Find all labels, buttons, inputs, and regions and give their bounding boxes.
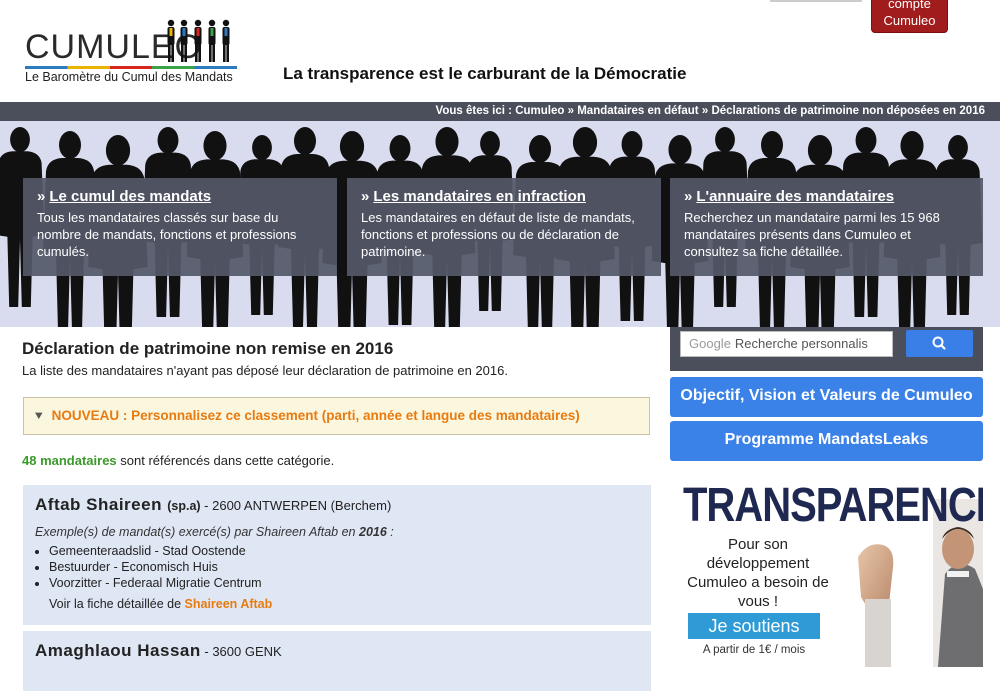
card-infraction-text: Les mandataires en défaut de liste de ma… [361, 210, 635, 259]
objective-vision-button[interactable]: Objectif, Vision et Valeurs de Cumuleo [670, 377, 983, 417]
breadcrumb: Vous êtes ici : Cumuleo » Mandataires en… [0, 102, 1000, 121]
search-input[interactable]: Google Recherche personnalis [680, 331, 893, 357]
breadcrumb-prefix: Vous êtes ici : [435, 105, 512, 117]
site-header: CUMULEO Le Baromètre du Cumul des Mandat… [0, 0, 1000, 102]
card-annuaire[interactable]: » L'annuaire des mandataires Recherchez u… [670, 178, 983, 276]
mandataire-name[interactable]: Aftab Shaireen [35, 495, 162, 514]
card-annuaire-title: L'annuaire des mandataires [696, 188, 895, 205]
double-chevron-right-icon: » [361, 188, 370, 205]
mandate-example-year: 2016 [359, 525, 387, 539]
ad-title: TRANSPARENCE [683, 479, 983, 532]
ad-price-note: A partir de 1€ / mois [702, 644, 806, 656]
breadcrumb-item-defaults[interactable]: Mandataires en défaut [577, 105, 698, 117]
result-count-text: sont référencés dans cette catégorie. [116, 453, 335, 468]
detail-link[interactable]: Shaireen Aftab [185, 597, 273, 611]
sidebar: Google Recherche personnalis Objectif, Vi… [670, 327, 983, 667]
mandataire-entry: Amaghlaou Hassan - 3600 GENK [23, 631, 651, 691]
breadcrumb-item-home[interactable]: Cumuleo [515, 105, 564, 117]
account-button[interactable]: compte Cumuleo [871, 0, 948, 33]
search-button[interactable] [906, 330, 973, 357]
card-infraction-title: Les mandataires en infraction [373, 188, 586, 205]
mandataire-party: (sp.a) [167, 499, 201, 513]
mandataire-name[interactable]: Amaghlaou Hassan [35, 641, 201, 660]
breadcrumb-item-current[interactable]: Déclarations de patrimoine non déposées … [711, 105, 985, 117]
mandataire-name-line: Amaghlaou Hassan - 3600 GENK [35, 641, 639, 661]
breadcrumb-separator: » [567, 105, 575, 117]
support-button[interactable]: Je soutiens [688, 613, 820, 639]
double-chevron-right-icon: » [37, 188, 46, 205]
customize-ranking-banner[interactable]: ⯆ NOUVEAU : Personnalisez ce classement (… [23, 397, 650, 435]
ad-text: Pour son développement Cumuleo a besoin … [687, 536, 829, 610]
card-cumul-link[interactable]: » Le cumul des mandats [37, 188, 323, 205]
detail-link-prefix: Voir la fiche détaillée de [49, 597, 185, 611]
logo-color-bar [25, 66, 237, 69]
list-item: Voorzitter - Federaal Migratie Centrum [49, 575, 639, 591]
result-count: 48 mandataires sont référencés dans cett… [22, 453, 334, 468]
search-placeholder: Recherche personnalis [734, 336, 868, 351]
mandate-example-heading: Exemple(s) de mandat(s) exercé(s) par Sh… [35, 525, 639, 539]
card-cumul-title: Le cumul des mandats [49, 188, 212, 205]
account-button-line2: Cumuleo [883, 13, 936, 28]
mandataire-entry: Aftab Shaireen (sp.a) - 2600 ANTWERPEN (… [23, 485, 651, 625]
mandataire-location: - 2600 ANTWERPEN (Berchem) [200, 498, 392, 513]
support-ad[interactable]: TRANSPARENCE Pour son développement Cumu… [683, 479, 983, 667]
mandatsleaks-button[interactable]: Programme MandatsLeaks [670, 421, 983, 461]
mandate-example-prefix: Exemple(s) de mandat(s) exercé(s) par Sh… [35, 525, 359, 539]
double-chevron-down-icon: ⯆ [34, 409, 44, 423]
cumuleo-logo[interactable]: CUMULEO Le Baromètre du Cumul des Mandat… [25, 18, 240, 86]
logo-subtitle: Le Baromètre du Cumul des Mandats [25, 70, 233, 84]
card-annuaire-link[interactable]: » L'annuaire des mandataires [684, 188, 969, 205]
mandataire-location: - 3600 GENK [200, 644, 282, 659]
account-button-line1: compte [888, 0, 931, 11]
promo-text: NOUVEAU : Personnalisez ce classement (p… [51, 408, 580, 423]
hero-banner: » Le cumul des mandats Tous les mandatair… [0, 121, 1000, 327]
card-infraction[interactable]: » Les mandataires en infraction Les manda… [347, 178, 661, 276]
breadcrumb-separator: » [701, 105, 709, 117]
mandate-list: Gemeenteraadslid - Stad Oostende Bestuur… [49, 543, 639, 591]
mandataire-name-line: Aftab Shaireen (sp.a) - 2600 ANTWERPEN (… [35, 495, 639, 515]
list-item: Gemeenteraadslid - Stad Oostende [49, 543, 639, 559]
top-divider [770, 0, 862, 2]
search-box: Google Recherche personnalis [670, 327, 983, 371]
site-tagline: La transparence est le carburant de la D… [283, 64, 687, 83]
people-silhouettes-icon [167, 19, 230, 62]
list-item: Bestuurder - Economisch Huis [49, 559, 639, 575]
google-brand: Google [689, 336, 731, 351]
double-chevron-right-icon: » [684, 188, 693, 205]
result-count-number: 48 mandataires [22, 453, 117, 468]
card-cumul-text: Tous les mandataires classés sur base du… [37, 210, 297, 259]
detail-link-line: Voir la fiche détaillée de Shaireen Afta… [49, 597, 639, 611]
search-icon [932, 336, 946, 350]
main-content: Déclaration de patrimoine non remise en … [22, 327, 652, 691]
page-description: La liste des mandataires n'ayant pas dép… [22, 363, 508, 378]
page-title: Déclaration de patrimoine non remise en … [22, 339, 394, 358]
card-annuaire-text: Recherchez un mandataire parmi les 15 96… [684, 210, 940, 259]
mandate-example-suffix: : [386, 525, 394, 539]
card-cumul[interactable]: » Le cumul des mandats Tous les mandatair… [23, 178, 337, 276]
card-infraction-link[interactable]: » Les mandataires en infraction [361, 188, 647, 205]
